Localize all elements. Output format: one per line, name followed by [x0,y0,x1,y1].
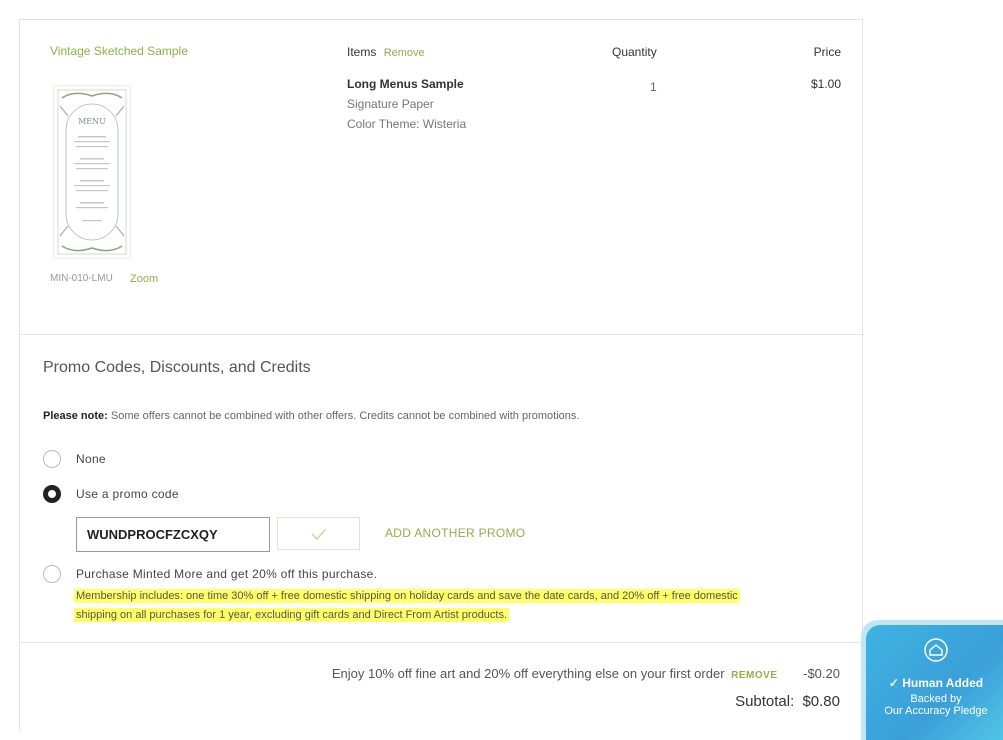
check-circle-icon: ✓ [888,676,899,690]
item-paper: Signature Paper [347,97,434,111]
menu-card-image: MENU [57,89,127,255]
membership-details-line1: Membership includes: one time 30% off + … [74,589,740,603]
badge-line1: Backed by [910,693,962,705]
item-color-theme: Color Theme: Wisteria [347,117,467,131]
apply-promo-button[interactable] [277,517,360,550]
badge-title: Human Added [902,676,984,690]
item-price: $1.00 [810,77,841,91]
subtotal-value: $0.80 [802,693,840,710]
badge-subtitle: Backed by Our Accuracy Pledge [866,693,1003,717]
thumb-heading: MENU [78,117,106,126]
accuracy-pledge-badge[interactable]: ✓ Human Added Backed by Our Accuracy Ple… [866,625,1003,740]
section-divider [20,334,864,335]
membership-details-line2: shipping on all purchases for 1 year, ex… [74,608,510,622]
promo-note-bold: Please note: [43,410,108,422]
promo-section-title: Promo Codes, Discounts, and Credits [43,359,311,376]
add-another-promo-link[interactable]: ADD ANOTHER PROMO [385,526,525,540]
badge-title-row: ✓ Human Added [866,676,1003,690]
remove-discount-link[interactable]: REMOVE [731,670,777,681]
radio-none[interactable] [43,450,61,468]
zoom-link[interactable]: Zoom [130,273,158,285]
house-icon [924,638,948,662]
promo-note-text: Some offers cannot be combined with othe… [107,410,580,422]
item-title: Long Menus Sample [347,77,464,91]
product-thumbnail[interactable]: MENU [53,85,131,259]
product-sku: MIN-010-LMU [50,273,113,284]
membership-details: Membership includes: one time 30% off + … [74,586,740,624]
items-header: Items Remove [347,45,425,59]
item-quantity: 1 [650,80,657,94]
badge-line2: Our Accuracy Pledge [884,705,988,717]
radio-membership-label[interactable]: Purchase Minted More and get 20% off thi… [76,567,377,581]
discount-amount: -$0.20 [803,666,840,681]
price-header: Price [813,45,841,59]
items-header-label: Items [347,45,377,59]
cart-card: Vintage Sketched Sample MENU MIN-010-LMU… [19,19,864,731]
subtotal-label: Subtotal: [735,693,795,710]
remove-item-link[interactable]: Remove [384,47,425,59]
checkmark-icon [310,527,327,540]
quantity-header: Quantity [612,45,657,59]
product-name-link[interactable]: Vintage Sketched Sample [50,44,188,58]
radio-use-promo-code[interactable] [43,485,61,503]
promo-code-input[interactable] [76,517,270,552]
discount-description: Enjoy 10% off fine art and 20% off every… [331,666,725,681]
subtotal-line: Subtotal: $0.80 [735,693,840,710]
radio-use-promo-code-label[interactable]: Use a promo code [76,487,179,501]
promo-note: Please note: Some offers cannot be combi… [43,410,579,422]
radio-none-label[interactable]: None [76,452,106,466]
summary-divider [20,642,864,643]
discount-line: Enjoy 10% off fine art and 20% off every… [332,666,840,681]
radio-membership[interactable] [43,565,61,583]
